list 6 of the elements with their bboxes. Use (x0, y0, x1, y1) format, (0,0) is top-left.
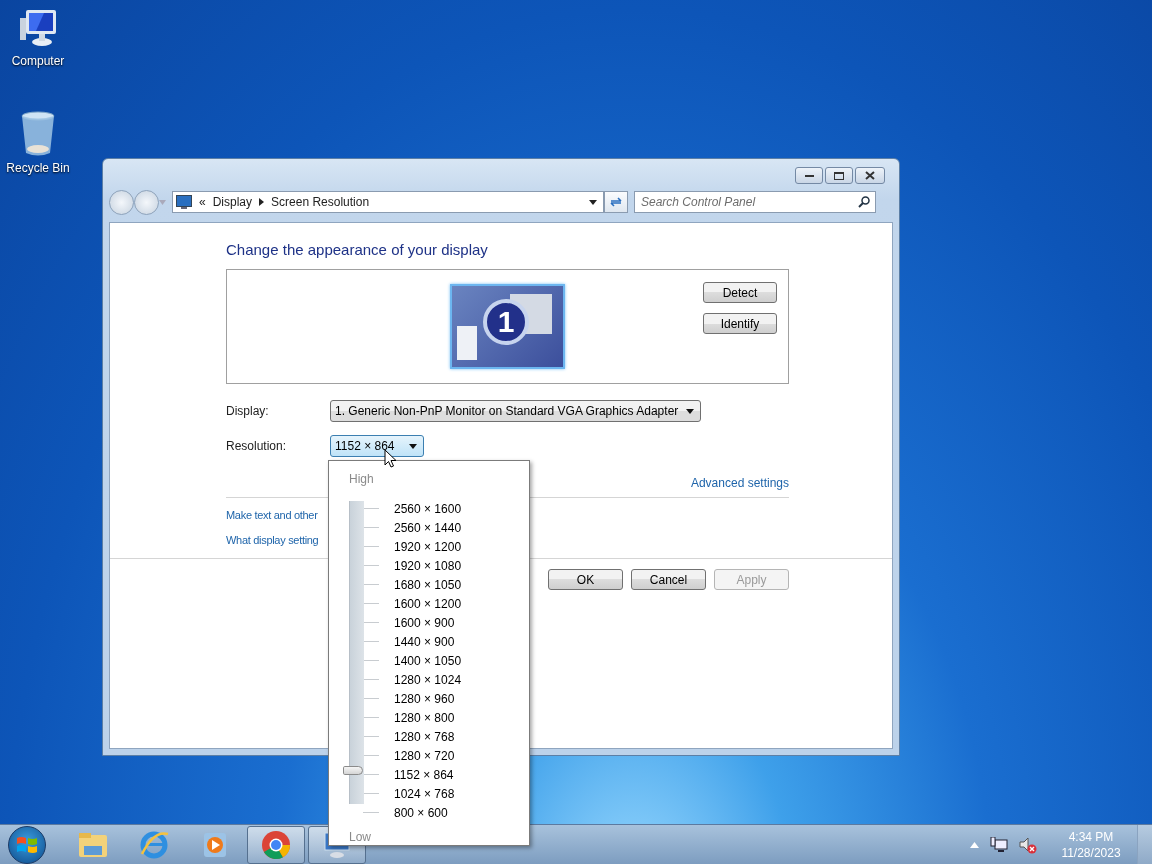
page-heading: Change the appearance of your display (226, 241, 489, 258)
field-label: Display: (226, 404, 270, 418)
slider-low-label: Low (349, 830, 371, 844)
monitor-number: 1 (483, 299, 529, 345)
field-label: Resolution: (226, 439, 288, 453)
slider-high-label: High (349, 472, 374, 486)
